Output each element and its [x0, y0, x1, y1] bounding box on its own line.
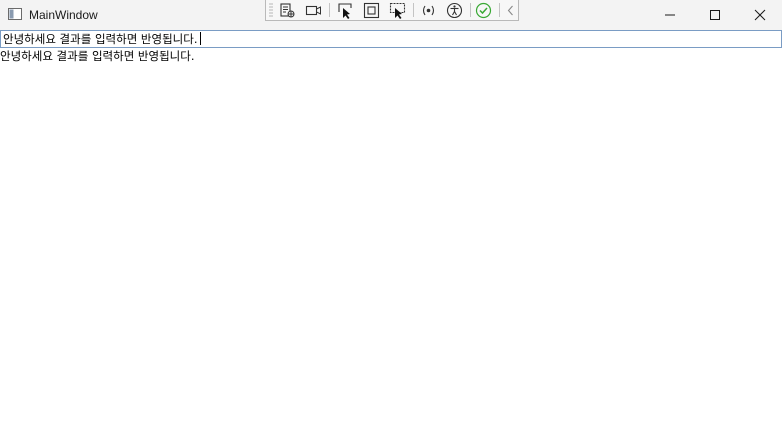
- accessibility-icon[interactable]: [445, 1, 464, 20]
- maximize-button[interactable]: [692, 0, 738, 30]
- binding-failures-icon[interactable]: [419, 1, 438, 20]
- toolbar-separator: [413, 3, 414, 17]
- video-camera-icon[interactable]: [304, 1, 323, 20]
- input-textbox[interactable]: 안녕하세요 결과를 입력하면 반영됩니다.: [0, 30, 782, 48]
- toolbar-separator: [329, 3, 330, 17]
- app-icon: [8, 8, 22, 20]
- window-title: MainWindow: [29, 8, 98, 22]
- maximize-icon: [710, 10, 720, 20]
- minimize-icon: [665, 14, 675, 16]
- toolbar-grip-icon[interactable]: [269, 3, 273, 17]
- collapse-chevron-icon[interactable]: [501, 1, 520, 20]
- toolbar-separator: [499, 3, 500, 17]
- input-textbox-value: 안녕하세요 결과를 입력하면 반영됩니다.: [3, 32, 202, 46]
- text-caret: [200, 32, 202, 45]
- track-focused-element-icon[interactable]: [388, 1, 407, 20]
- input-text: 안녕하세요 결과를 입력하면 반영됩니다.: [3, 32, 198, 46]
- main-window: MainWindow 안녕하세요 결과를 입력하면 반영됩니다. 안녕하세요 결…: [0, 0, 782, 439]
- display-layout-adorners-icon[interactable]: [362, 1, 381, 20]
- minimize-button[interactable]: [647, 0, 693, 30]
- live-visual-tree-icon[interactable]: [278, 1, 297, 20]
- close-button[interactable]: [737, 0, 782, 30]
- wpf-dev-toolbar: [265, 0, 519, 21]
- title-bar[interactable]: MainWindow: [0, 0, 782, 30]
- select-element-icon[interactable]: [336, 1, 355, 20]
- toolbar-separator: [470, 3, 471, 17]
- result-text: 안녕하세요 결과를 입력하면 반영됩니다.: [0, 49, 195, 63]
- checkmark-circle-icon[interactable]: [474, 1, 493, 20]
- close-icon: [754, 9, 766, 21]
